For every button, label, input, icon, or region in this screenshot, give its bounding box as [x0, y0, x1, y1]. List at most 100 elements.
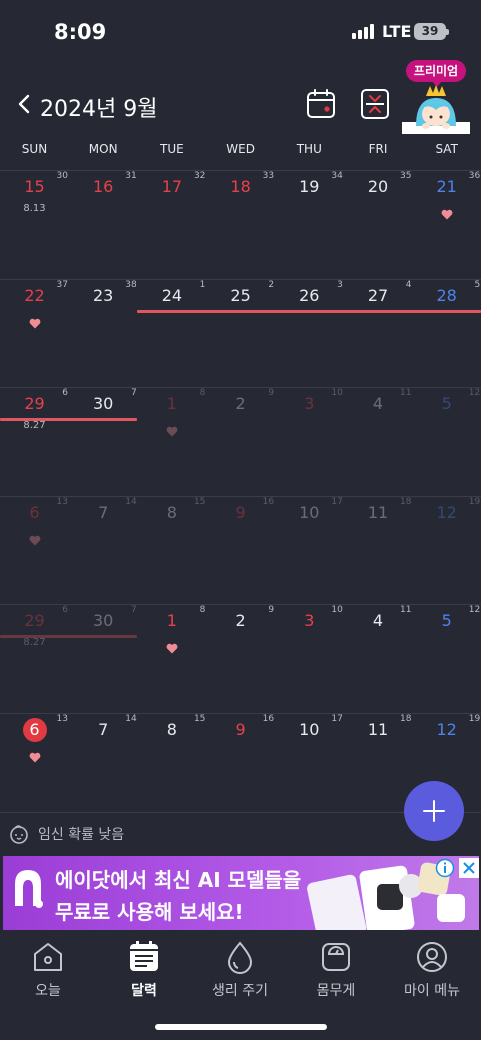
- calendar-today-icon[interactable]: [306, 88, 336, 120]
- calendar-day-cell[interactable]: 18 33: [206, 171, 275, 279]
- ad-banner[interactable]: 에이닷에서 최신 AI 모델들을 무료로 사용해 보세요!: [3, 856, 479, 930]
- battery-icon: 39: [414, 23, 449, 40]
- calendar-week: 15 30 8.13 16 31 17 32 18 33 19 34 20 35 21 36: [0, 170, 481, 278]
- calendar-day-cell[interactable]: 7 14: [69, 714, 138, 822]
- pregnancy-week-number: 33: [262, 171, 275, 181]
- pregnancy-week-number: 13: [56, 496, 68, 507]
- calendar-day-cell[interactable]: 25 2: [206, 280, 275, 388]
- calendar-day-cell[interactable]: 10 17: [275, 714, 344, 822]
- add-record-button[interactable]: [404, 781, 464, 841]
- fertility-status: 임신 확률 낮음: [8, 824, 124, 844]
- calendar-day-cell[interactable]: 4 11: [344, 388, 413, 496]
- tab-today[interactable]: 오늘: [0, 940, 96, 1000]
- calendar-day-cell[interactable]: 5 12: [412, 388, 481, 496]
- calendar-icon: [130, 941, 158, 971]
- period-bar: [0, 418, 138, 421]
- pregnancy-week-number: 8: [199, 605, 206, 615]
- home-indicator: [155, 1024, 327, 1030]
- calendar-day-cell[interactable]: 3 10: [275, 605, 344, 713]
- battery-level: 39: [421, 24, 439, 38]
- weekday-header: SUN MON TUE WED THU FRI SAT: [0, 142, 481, 156]
- calendar-day-cell[interactable]: 12 19: [412, 497, 481, 605]
- day-number: 24: [161, 285, 183, 305]
- calendar-day-cell[interactable]: 21 36: [412, 171, 481, 279]
- calendar-day-cell[interactable]: 15 30 8.13: [0, 171, 69, 279]
- ad-close-icon[interactable]: [459, 858, 479, 878]
- day-note: 8.13: [23, 203, 46, 214]
- back-chevron-icon[interactable]: [14, 93, 36, 115]
- calendar-day-cell[interactable]: 22 37: [0, 280, 69, 388]
- weekday-label: TUE: [160, 142, 184, 156]
- pregnancy-week-number: 13: [56, 713, 68, 724]
- premium-badge[interactable]: 프리미엄: [406, 60, 466, 87]
- pregnancy-week-number: 36: [468, 171, 481, 181]
- calendar-day-cell[interactable]: 17 32: [137, 171, 206, 279]
- pregnancy-week-number: 18: [400, 496, 412, 507]
- calendar-day-cell[interactable]: 3 10: [275, 388, 344, 496]
- month-title[interactable]: 2024년 9월: [40, 91, 157, 123]
- calendar-day-cell[interactable]: 16 31: [69, 171, 138, 279]
- calendar-day-cell[interactable]: 27 4: [344, 280, 413, 388]
- pregnancy-week-number: 16: [262, 496, 275, 507]
- calendar-day-cell[interactable]: 29: [206, 388, 275, 496]
- pregnancy-week-number: 7: [130, 388, 137, 398]
- calendar-day-cell[interactable]: 18: [137, 605, 206, 713]
- pregnancy-week-number: 10: [331, 605, 343, 615]
- calendar-day-cell[interactable]: 23 38: [69, 280, 138, 388]
- calendar-day-cell[interactable]: 29 6 8.27: [0, 388, 69, 496]
- status-bar: 8:09 LTE 39: [0, 0, 481, 62]
- calendar-day-cell[interactable]: 30 7: [69, 388, 138, 496]
- calendar-day-cell[interactable]: 18: [137, 388, 206, 496]
- calendar-day-cell[interactable]: 4 11: [344, 605, 413, 713]
- collapse-view-icon[interactable]: [360, 88, 390, 120]
- pregnancy-week-number: 11: [400, 605, 412, 615]
- pregnancy-week-number: 6: [62, 388, 68, 398]
- pregnancy-week-number: 17: [331, 713, 343, 724]
- heart-icon: [29, 314, 41, 328]
- pregnancy-week-number: 16: [262, 713, 275, 724]
- calendar-day-cell[interactable]: 20 35: [344, 171, 413, 279]
- calendar-day-cell[interactable]: 26 3: [275, 280, 344, 388]
- tab-calendar[interactable]: 달력: [96, 940, 192, 1000]
- calendar-day-cell[interactable]: 8 15: [137, 497, 206, 605]
- day-number: 26: [299, 285, 320, 305]
- calendar-day-cell[interactable]: 7 14: [69, 497, 138, 605]
- heart-icon: [29, 531, 41, 545]
- calendar-day-cell[interactable]: 9 16: [206, 714, 275, 822]
- weekday-label: FRI: [368, 142, 388, 156]
- mascot-icon[interactable]: [402, 84, 470, 134]
- calendar-day-cell[interactable]: 30 7: [69, 605, 138, 713]
- calendar-day-cell[interactable]: 6 13: [0, 497, 69, 605]
- calendar-day-cell[interactable]: 29: [206, 605, 275, 713]
- calendar-day-cell[interactable]: 28 5: [412, 280, 481, 388]
- tab-weight[interactable]: 몸무게: [288, 940, 384, 1000]
- calendar-day-cell[interactable]: 11 18: [344, 497, 413, 605]
- home-icon: [34, 943, 62, 971]
- calendar-day-cell[interactable]: 8 15: [137, 714, 206, 822]
- calendar-day-cell[interactable]: 10 17: [275, 497, 344, 605]
- calendar-day-cell[interactable]: 5 12: [412, 605, 481, 713]
- period-bar: [137, 309, 481, 313]
- tab-period-cycle[interactable]: 생리 주기: [192, 940, 288, 1000]
- calendar-day-cell[interactable]: 6 13: [0, 714, 69, 822]
- calendar-day-cell[interactable]: 19 34: [275, 171, 344, 279]
- pregnancy-week-number: 10: [331, 388, 343, 398]
- pregnancy-week-number: 11: [400, 388, 412, 398]
- pregnancy-week-number: 14: [125, 496, 137, 507]
- day-number: 28: [436, 285, 457, 305]
- ad-info-icon[interactable]: [435, 858, 455, 878]
- tab-label: 오늘: [35, 983, 61, 999]
- weekday-label: SUN: [21, 142, 48, 156]
- day-number: 29: [24, 611, 45, 630]
- pregnancy-week-number: 18: [400, 713, 412, 724]
- tab-my-menu[interactable]: 마이 메뉴: [384, 940, 480, 1000]
- network-type: LTE: [382, 22, 412, 41]
- day-number: 27: [367, 285, 389, 305]
- calendar-day-cell[interactable]: 11 18: [344, 714, 413, 822]
- day-number: 29: [24, 394, 45, 413]
- pregnancy-week-number: 14: [125, 713, 137, 724]
- calendar-day-cell[interactable]: 24 1: [137, 280, 206, 388]
- calendar-day-cell[interactable]: 29 6 8.27: [0, 605, 69, 713]
- calendar-day-cell[interactable]: 9 16: [206, 497, 275, 605]
- pregnancy-week-number: 12: [468, 605, 481, 615]
